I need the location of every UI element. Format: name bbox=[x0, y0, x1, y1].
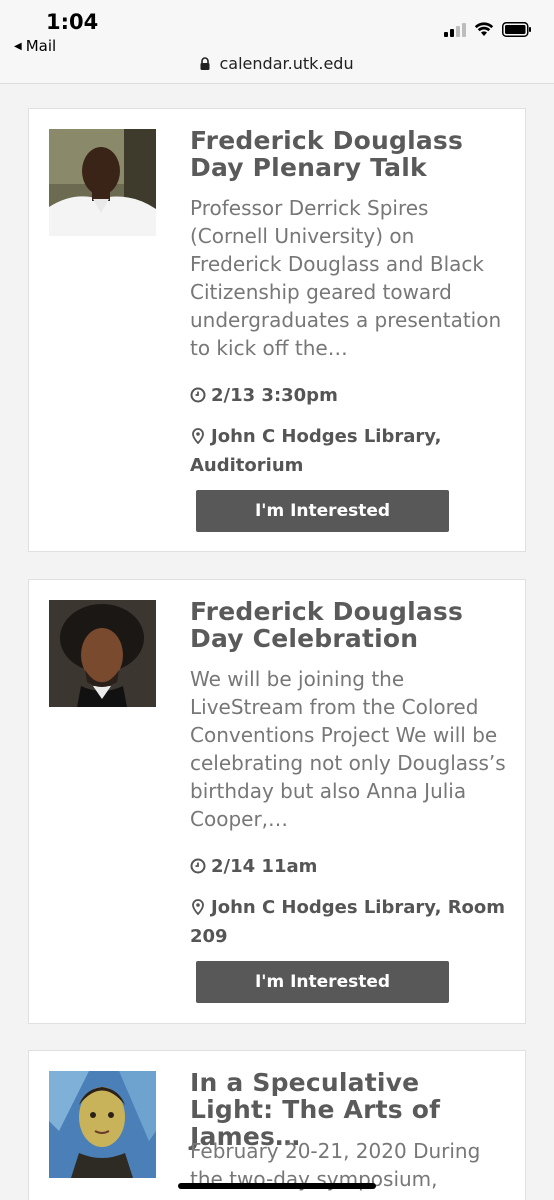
home-indicator[interactable] bbox=[178, 1183, 376, 1189]
back-triangle-icon: ◀ bbox=[14, 40, 22, 52]
battery-icon bbox=[502, 22, 532, 37]
map-pin-icon bbox=[190, 896, 206, 923]
event-description: We will be joining the LiveStream from t… bbox=[190, 667, 506, 831]
wifi-icon bbox=[474, 22, 494, 37]
im-interested-button[interactable]: I'm Interested bbox=[196, 490, 449, 532]
event-image[interactable] bbox=[49, 1071, 156, 1178]
event-location-text: John C Hodges Library, Auditorium bbox=[190, 426, 442, 476]
event-image[interactable] bbox=[49, 129, 156, 236]
back-to-app-button[interactable]: ◀ Mail bbox=[14, 37, 56, 55]
event-image[interactable] bbox=[49, 600, 156, 707]
status-icons bbox=[444, 22, 532, 37]
event-description: Professor Derrick Spires (Cornell Univer… bbox=[190, 196, 502, 360]
cellular-signal-icon bbox=[444, 22, 466, 37]
event-title[interactable]: Frederick Douglass Day Celebration bbox=[190, 598, 510, 652]
event-time: 2/13 3:30pm bbox=[190, 382, 510, 411]
event-card[interactable]: Frederick Douglass Day Celebration We wi… bbox=[28, 579, 526, 1024]
event-location-text: John C Hodges Library, Room 209 bbox=[190, 897, 506, 947]
event-title[interactable]: Frederick Douglass Day Plenary Talk bbox=[190, 127, 510, 181]
event-time-text: 2/14 11am bbox=[211, 856, 318, 877]
event-card[interactable]: In a Speculative Light: The Arts of Jame… bbox=[28, 1050, 526, 1200]
event-time: 2/14 11am bbox=[190, 853, 510, 882]
clock-icon bbox=[190, 384, 206, 411]
url-text: calendar.utk.edu bbox=[219, 54, 354, 73]
lock-icon bbox=[200, 55, 210, 74]
event-card[interactable]: Frederick Douglass Day Plenary Talk Prof… bbox=[28, 108, 526, 552]
address-bar[interactable]: calendar.utk.edu bbox=[0, 54, 554, 74]
clock: 1:04 bbox=[46, 10, 99, 34]
event-location: John C Hodges Library, Auditorium bbox=[190, 423, 510, 479]
back-app-label: Mail bbox=[25, 37, 57, 55]
status-bar: 1:04 ◀ Mail calendar.utk.edu bbox=[0, 0, 554, 84]
event-time-text: 2/13 3:30pm bbox=[211, 385, 338, 406]
map-pin-icon bbox=[190, 425, 206, 452]
im-interested-button[interactable]: I'm Interested bbox=[196, 961, 449, 1003]
event-location: John C Hodges Library, Room 209 bbox=[190, 894, 510, 950]
clock-icon bbox=[190, 855, 206, 882]
